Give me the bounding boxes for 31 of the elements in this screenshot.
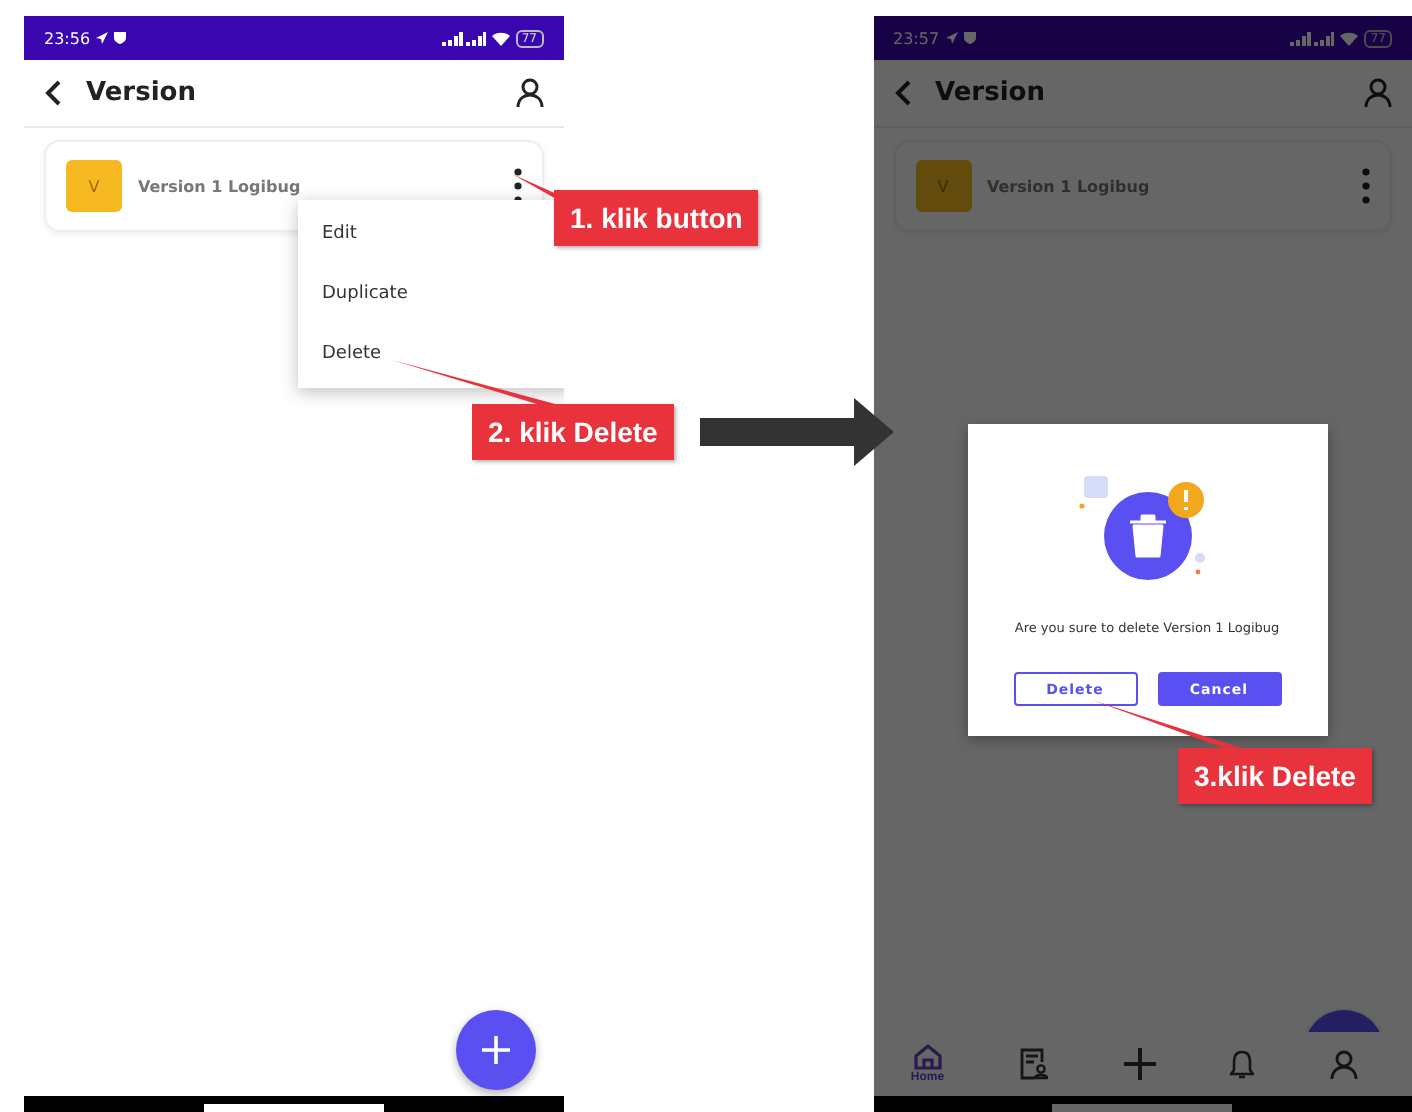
- callout-label: 3.klik Delete: [1178, 748, 1372, 804]
- menu-item[interactable]: Delete: [298, 324, 563, 384]
- version-avatar: V: [66, 160, 122, 212]
- callout-label: 2. klik Delete: [472, 404, 674, 460]
- profile-icon[interactable]: [515, 78, 543, 108]
- wifi-icon: [1340, 31, 1359, 45]
- document-icon: [1019, 1048, 1048, 1080]
- page-title: Version: [86, 78, 198, 108]
- menu-item[interactable]: Duplicate: [298, 264, 563, 324]
- bell-icon: [1230, 1049, 1255, 1079]
- plus-icon: [481, 1036, 509, 1064]
- back-icon[interactable]: [44, 80, 62, 106]
- wifi-icon: [491, 31, 510, 45]
- nav-tab[interactable]: [1019, 1048, 1048, 1080]
- signal-icon: [1290, 31, 1335, 45]
- signal-icon: [441, 31, 486, 45]
- status-time: 23:57: [893, 29, 940, 47]
- nav-tab[interactable]: [1330, 1049, 1359, 1079]
- page-title: Version: [935, 78, 1047, 108]
- location-arrow-icon: [96, 32, 109, 44]
- nav-tab[interactable]: [1123, 1048, 1156, 1080]
- callout-label: 1. klik button: [554, 190, 759, 246]
- nav-tab[interactable]: [1230, 1049, 1255, 1079]
- plus-icon: [1123, 1048, 1156, 1080]
- version-name: Version 1 Logibug: [138, 177, 303, 195]
- shield-icon: [963, 32, 976, 44]
- person-icon: [1330, 1049, 1359, 1079]
- home-icon: [913, 1044, 942, 1070]
- shield-icon: [114, 32, 127, 44]
- status-time: 23:56: [44, 29, 91, 47]
- location-arrow-icon: [945, 32, 958, 44]
